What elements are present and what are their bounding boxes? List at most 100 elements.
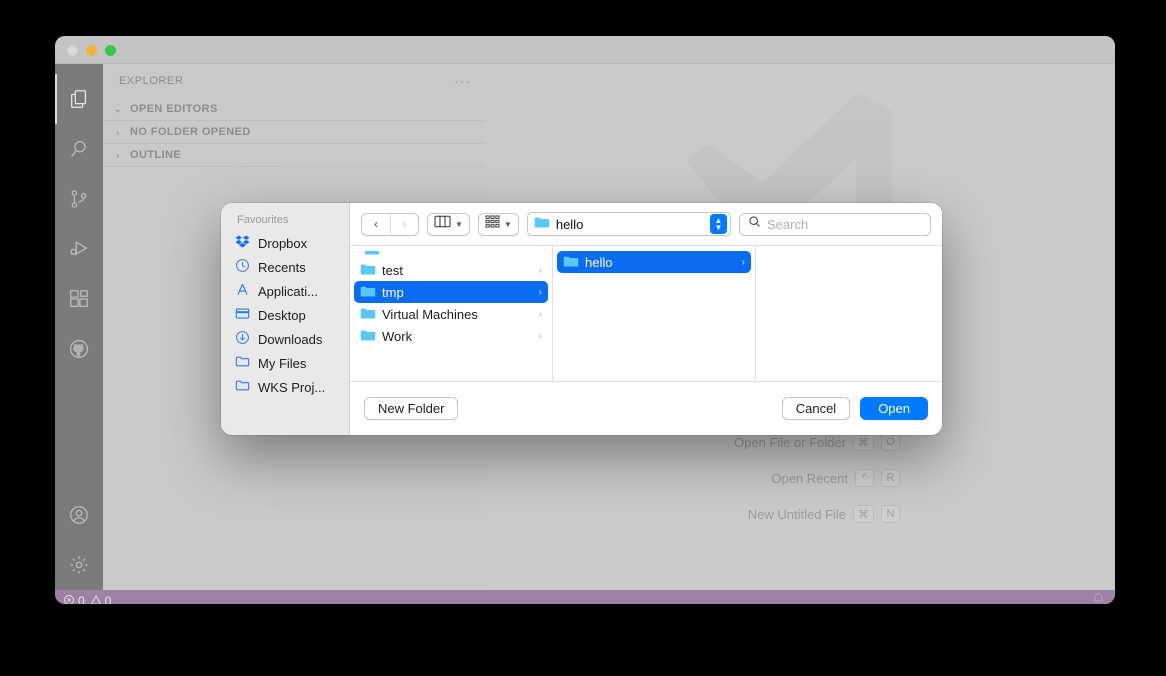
- page-title: EXPLORER: [119, 75, 184, 87]
- activity-item-github[interactable]: [55, 324, 103, 374]
- bell-icon[interactable]: [1092, 592, 1105, 604]
- file-name: tmp: [382, 284, 404, 300]
- status-badge-problems[interactable]: 0: [63, 594, 85, 604]
- maximize-window-button[interactable]: [105, 45, 116, 56]
- activity-item-extensions[interactable]: [55, 274, 103, 324]
- favourites-header: Favourites: [237, 214, 289, 226]
- sidebar-item-label: Applicati...: [258, 283, 318, 299]
- search-icon: [748, 215, 761, 233]
- shortcut-open-recent[interactable]: Open Recent ^ R: [620, 460, 900, 496]
- folder-icon: [360, 262, 376, 279]
- sidebar-item-label: Recents: [258, 259, 306, 275]
- applications-icon: [235, 282, 250, 300]
- title-bar: [55, 36, 1115, 64]
- dropbox-icon: [235, 234, 250, 252]
- folder-icon: [563, 254, 579, 271]
- more-actions-icon[interactable]: ···: [454, 73, 471, 89]
- chevron-down-icon: ▼: [455, 219, 463, 229]
- file-name: test: [382, 262, 403, 278]
- github-icon: [68, 338, 90, 360]
- files-icon: [68, 88, 90, 110]
- activity-item-run-and-debug[interactable]: [55, 224, 103, 274]
- open-button[interactable]: Open: [860, 397, 928, 420]
- warning-triangle-icon: [90, 594, 102, 604]
- activity-item-explorer[interactable]: [55, 74, 103, 124]
- sidebar-item-label: Downloads: [258, 331, 323, 347]
- group-by-button[interactable]: ▼: [477, 212, 519, 236]
- file-row-virtual-machines[interactable]: Virtual Machines ›: [354, 303, 548, 325]
- forward-button[interactable]: ›: [390, 213, 418, 235]
- file-row-partial[interactable]: [358, 251, 544, 259]
- sidebar-item-dropbox[interactable]: Dropbox: [221, 231, 349, 255]
- sidebar-item-wks-projects[interactable]: WKS Proj...: [221, 375, 349, 399]
- key-cap: ⌘: [853, 433, 874, 451]
- section-open-editors[interactable]: ⌄ OPEN EDITORS: [103, 98, 485, 121]
- folder-icon: [534, 215, 550, 234]
- sidebar-item-my-files[interactable]: My Files: [221, 351, 349, 375]
- extensions-icon: [68, 288, 90, 310]
- section-outline[interactable]: › OUTLINE: [103, 144, 485, 167]
- search-field[interactable]: [739, 212, 931, 236]
- file-column-3[interactable]: [756, 246, 942, 381]
- key-cap: O: [881, 433, 900, 451]
- account-icon: [68, 504, 90, 526]
- window-controls: [67, 45, 116, 56]
- warning-count: 0: [104, 594, 112, 604]
- activity-item-manage[interactable]: [55, 540, 103, 590]
- key-cap: ⌘: [853, 505, 874, 523]
- shortcut-new-untitled-file[interactable]: New Untitled File ⌘ N: [620, 496, 900, 532]
- search-input[interactable]: [767, 216, 922, 232]
- view-mode-button[interactable]: ▼: [427, 212, 470, 236]
- clock-icon: [235, 258, 250, 276]
- sidebar-item-label: My Files: [258, 355, 307, 371]
- sidebar-item-label: WKS Proj...: [258, 379, 326, 395]
- shortcut-label: Open Recent: [771, 470, 848, 486]
- chevron-down-icon: ⌄: [114, 103, 122, 114]
- activity-item-search[interactable]: [55, 124, 103, 174]
- search-icon: [68, 138, 90, 160]
- gear-icon: [68, 554, 90, 576]
- sidebar-item-downloads[interactable]: Downloads: [221, 327, 349, 351]
- section-no-folder-opened[interactable]: › NO FOLDER OPENED: [103, 121, 485, 144]
- file-column-1[interactable]: test › tmp › Virtual Machines › Work ›: [350, 246, 553, 381]
- key-cap: R: [881, 469, 900, 487]
- open-file-dialog: Favourites Dropbox Recents Applicati...: [221, 203, 942, 435]
- file-row-test[interactable]: test ›: [354, 259, 548, 281]
- dialog-footer: New Folder Cancel Open: [350, 381, 942, 435]
- error-count: 0: [78, 594, 85, 604]
- path-popup-button[interactable]: hello ▲ ▼: [526, 212, 731, 236]
- back-button[interactable]: ‹: [362, 214, 390, 235]
- status-bar-left: 0 0: [63, 594, 112, 604]
- close-window-button[interactable]: [67, 45, 78, 56]
- file-row-hello[interactable]: hello ›: [557, 251, 751, 273]
- file-name: hello: [585, 254, 613, 270]
- sidebar-item-applications[interactable]: Applicati...: [221, 279, 349, 303]
- new-folder-button[interactable]: New Folder: [364, 397, 459, 420]
- activity-item-source-control[interactable]: [55, 174, 103, 224]
- run-debug-icon: [68, 238, 90, 260]
- chevron-right-icon: ›: [538, 286, 542, 298]
- file-column-2[interactable]: hello ›: [553, 246, 756, 381]
- sidebar-item-recents[interactable]: Recents: [221, 255, 349, 279]
- up-down-stepper-icon[interactable]: ▲ ▼: [710, 214, 727, 234]
- file-row-work[interactable]: Work ›: [354, 325, 548, 347]
- chevron-right-icon: ›: [538, 308, 542, 320]
- dialog-sidebar: Favourites Dropbox Recents Applicati...: [221, 203, 350, 435]
- folder-icon: [235, 354, 250, 372]
- status-bar: 0 0: [55, 590, 1115, 604]
- sidebar-item-desktop[interactable]: Desktop: [221, 303, 349, 327]
- key-cap: ^: [855, 469, 874, 487]
- section-label: NO FOLDER OPENED: [130, 126, 251, 138]
- activity-item-accounts[interactable]: [55, 490, 103, 540]
- download-icon: [235, 330, 250, 348]
- file-row-tmp[interactable]: tmp ›: [354, 281, 548, 303]
- chevron-right-icon: ›: [741, 256, 745, 268]
- folder-icon: [360, 306, 376, 323]
- dialog-action-buttons: Cancel Open: [781, 397, 928, 420]
- cancel-button[interactable]: Cancel: [781, 397, 851, 420]
- file-name: Work: [382, 328, 413, 344]
- status-badge-warnings[interactable]: 0: [90, 594, 112, 604]
- minimize-window-button[interactable]: [86, 45, 97, 56]
- key-cap: N: [881, 505, 900, 523]
- error-circle-icon: [63, 594, 75, 604]
